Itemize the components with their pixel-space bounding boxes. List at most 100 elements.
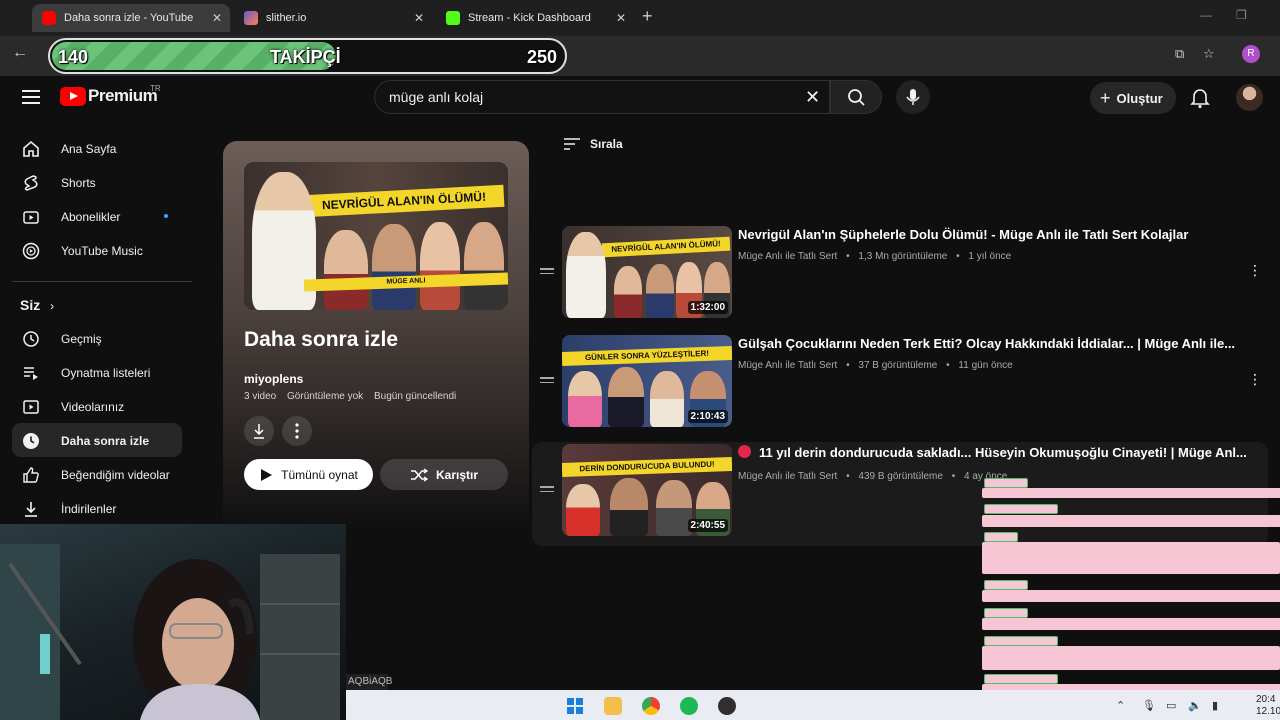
search-button[interactable] xyxy=(830,80,882,114)
youtube-play-icon xyxy=(60,86,86,106)
install-app-icon[interactable]: ⧉ xyxy=(1175,46,1184,62)
search-input[interactable] xyxy=(389,89,789,105)
logo-region: TR xyxy=(150,84,161,93)
playlist-thumbnail[interactable]: NEVRİGÜL ALAN'IN ÖLÜMÜ! MÜGE ANLI xyxy=(244,162,508,310)
sidebar-item-shorts[interactable]: Shorts xyxy=(12,165,182,199)
shuffle-label: Karıştır xyxy=(435,467,479,482)
back-arrow-icon[interactable]: ← xyxy=(12,44,28,62)
drag-handle-icon[interactable] xyxy=(540,486,554,495)
sidebar-item-label: İndirilenler xyxy=(61,502,117,516)
video-row[interactable]: GÜNLER SONRA YÜZLEŞTİLER! 2:10:43 Gülşah… xyxy=(532,333,1268,437)
maximize-icon[interactable]: ❐ xyxy=(1236,8,1247,22)
windows-start-icon[interactable] xyxy=(566,697,584,715)
separator: • xyxy=(956,251,960,262)
separator: • xyxy=(846,251,850,262)
tray-network-icon[interactable]: ▭ xyxy=(1166,699,1176,712)
browser-profile-icon[interactable]: R xyxy=(1242,45,1260,63)
sidebar-section-you[interactable]: Siz › xyxy=(20,297,54,313)
chevron-right-icon: › xyxy=(50,299,55,313)
play-icon xyxy=(261,468,273,481)
sidebar-item-youtube-music[interactable]: YouTube Music xyxy=(12,233,182,267)
clear-search-icon[interactable]: ✕ xyxy=(805,87,820,108)
minimize-icon[interactable]: — xyxy=(1200,8,1212,22)
thumb-face xyxy=(646,264,674,318)
chat-username xyxy=(984,636,1058,646)
sidebar-item-watch-later[interactable]: Daha sonra izle xyxy=(12,423,182,457)
video-title[interactable]: Gülşah Çocuklarını Neden Terk Etti? Olca… xyxy=(738,336,1235,351)
tray-battery-icon[interactable]: ▮ xyxy=(1212,699,1218,712)
thumb-face xyxy=(464,222,504,310)
chat-username xyxy=(984,580,1028,590)
browser-tab-slither[interactable]: slither.io ✕ xyxy=(234,4,432,32)
bookmark-star-icon[interactable]: ☆ xyxy=(1203,46,1215,62)
drag-handle-icon[interactable] xyxy=(540,268,554,277)
search-box: ✕ xyxy=(374,80,830,114)
sidebar-item-home[interactable]: Ana Sayfa xyxy=(12,131,182,165)
close-tab-icon[interactable]: ✕ xyxy=(616,11,626,25)
obs-icon[interactable] xyxy=(718,697,736,715)
chat-message xyxy=(982,590,1280,602)
chrome-icon[interactable] xyxy=(642,697,660,715)
watch-later-icon xyxy=(23,433,39,449)
home-icon xyxy=(23,140,39,157)
your-videos-icon xyxy=(23,400,39,414)
notifications-bell-icon[interactable] xyxy=(1190,87,1210,114)
menu-icon[interactable] xyxy=(22,90,40,108)
taskbar-clock[interactable]: 20:4 12.10.20 xyxy=(1256,694,1280,718)
play-all-button[interactable]: Tümünü oynat xyxy=(244,459,373,490)
sidebar-item-label: Oynatma listeleri xyxy=(61,366,151,380)
drag-handle-icon[interactable] xyxy=(540,377,554,386)
video-thumbnail[interactable]: DERİN DONDURUCUDA BULUNDU! 2:40:55 xyxy=(562,444,732,536)
video-title[interactable]: Nevrigül Alan'ın Şüphelerle Dolu Ölümü! … xyxy=(738,227,1188,242)
sidebar-item-history[interactable]: Geçmiş xyxy=(12,321,182,355)
video-title-text: 11 yıl derin dondurucuda sakladı... Hüse… xyxy=(759,445,1247,460)
account-avatar[interactable] xyxy=(1236,84,1263,111)
sidebar-item-downloads[interactable]: İndirilenler xyxy=(12,491,182,525)
sidebar-item-subscriptions[interactable]: Abonelikler xyxy=(12,199,182,233)
channel-name[interactable]: Müge Anlı ile Tatlı Sert xyxy=(738,471,837,482)
more-vert-icon[interactable]: ⋮ xyxy=(1248,371,1262,388)
shuffle-button[interactable]: Karıştır xyxy=(380,459,508,490)
playlists-icon xyxy=(24,367,38,380)
download-icon xyxy=(25,502,37,517)
download-playlist-button[interactable] xyxy=(244,416,274,446)
video-row[interactable]: NEVRİGÜL ALAN'IN ÖLÜMÜ! 1:32:00 Nevrigül… xyxy=(532,224,1268,328)
playlist-title: Daha sonra izle xyxy=(244,328,399,351)
sidebar-item-label: Ana Sayfa xyxy=(61,142,117,156)
tray-overflow-icon[interactable]: ⌃ xyxy=(1116,699,1125,712)
updated-text: Bugün güncellendi xyxy=(373,391,457,402)
channel-name[interactable]: Müge Anlı ile Tatlı Sert xyxy=(738,251,837,262)
new-content-dot xyxy=(164,214,168,218)
playlist-more-button[interactable] xyxy=(282,416,312,446)
browser-tab-kick[interactable]: Stream - Kick Dashboard ✕ xyxy=(436,4,634,32)
file-explorer-icon[interactable] xyxy=(604,697,622,715)
stream-chat-overlay xyxy=(980,476,1280,696)
sidebar-item-your-videos[interactable]: Videolarınız xyxy=(12,389,182,423)
playlist-owner[interactable]: miyoplens xyxy=(244,372,303,386)
close-tab-icon[interactable]: ✕ xyxy=(212,11,222,25)
voice-search-button[interactable] xyxy=(896,80,930,114)
new-tab-icon[interactable]: + xyxy=(642,6,653,27)
video-thumbnail[interactable]: NEVRİGÜL ALAN'IN ÖLÜMÜ! 1:32:00 xyxy=(562,226,732,318)
video-title[interactable]: 11 yıl derin dondurucuda sakladı... Hüse… xyxy=(738,445,1247,460)
sort-button[interactable]: Sırala xyxy=(563,137,623,151)
tray-volume-icon[interactable]: 🔈 xyxy=(1188,699,1202,712)
thumb-face xyxy=(614,266,642,318)
close-tab-icon[interactable]: ✕ xyxy=(414,11,424,25)
more-vert-icon[interactable]: ⋮ xyxy=(1248,262,1262,279)
youtube-premium-logo[interactable]: Premium TR xyxy=(60,84,161,106)
spotify-icon[interactable] xyxy=(680,697,698,715)
browser-tab-strip: Daha sonra izle - YouTube ✕ slither.io ✕… xyxy=(0,0,1280,36)
channel-name[interactable]: Müge Anlı ile Tatlı Sert xyxy=(738,360,837,371)
sidebar-item-liked-videos[interactable]: Beğendiğim videolar xyxy=(12,457,182,491)
create-button[interactable]: + Oluştur xyxy=(1090,82,1176,114)
tray-microphone-icon[interactable]: 🎙 xyxy=(1142,699,1156,712)
sidebar-item-label: YouTube Music xyxy=(61,244,143,258)
sidebar-item-playlists[interactable]: Oynatma listeleri xyxy=(12,355,182,389)
chat-username xyxy=(984,504,1058,514)
thumb-face xyxy=(568,371,602,427)
browser-tab-youtube[interactable]: Daha sonra izle - YouTube ✕ xyxy=(32,4,230,32)
sidebar-item-label: Videolarınız xyxy=(61,400,125,414)
slither-favicon-icon xyxy=(244,11,258,25)
video-thumbnail[interactable]: GÜNLER SONRA YÜZLEŞTİLER! 2:10:43 xyxy=(562,335,732,427)
